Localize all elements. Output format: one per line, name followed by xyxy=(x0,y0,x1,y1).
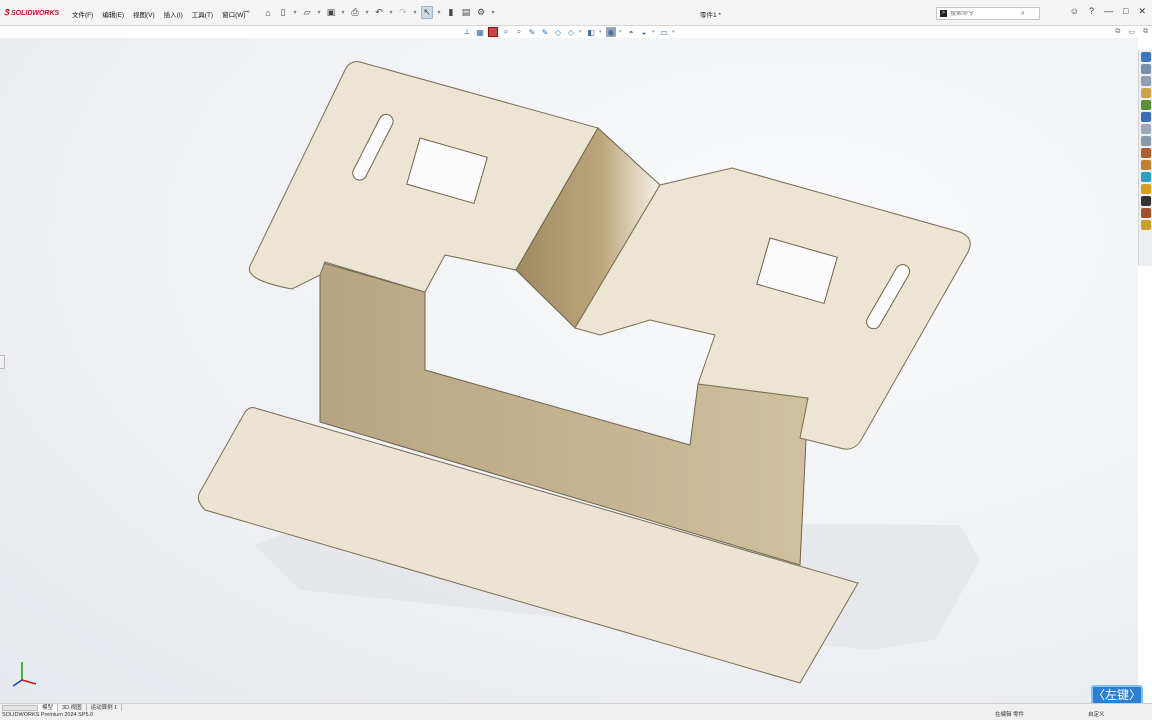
minimize-button[interactable]: — xyxy=(1104,6,1113,17)
terminal-icon: > xyxy=(940,10,947,17)
chevron-down-icon[interactable]: ▾ xyxy=(599,29,603,35)
chevron-down-icon[interactable]: ▾ xyxy=(619,29,623,35)
file-properties-icon[interactable]: ▤ xyxy=(460,6,472,19)
heads-up-view-toolbar: ⟂ ▦ ⌕ ⌕ ✎ ✎ ◇ ◇ ▾ ◧ ▾ ◉ ▾ ◓ ◒ ▾ ▭ ▾ xyxy=(462,27,676,37)
search-input[interactable] xyxy=(950,10,1018,17)
menu-file[interactable]: 文件(F) xyxy=(72,9,93,19)
menu-view[interactable]: 视图(V) xyxy=(133,9,155,19)
section-view-icon[interactable] xyxy=(488,27,498,37)
new-document-icon[interactable]: ▯ xyxy=(277,6,289,19)
options-gear-icon[interactable]: ⚙ xyxy=(475,6,487,19)
solution-icon[interactable] xyxy=(1140,172,1151,182)
feature-tree-toggle[interactable] xyxy=(0,355,5,369)
pin-icon[interactable]: ⊸ xyxy=(243,7,250,16)
view-palette-icon[interactable] xyxy=(1140,100,1151,110)
status-bar: SOLIDWORKS Premium 2024 SP5.0 在编辑 零件 自定义 xyxy=(0,711,1152,720)
appearance-icon[interactable]: ◒ xyxy=(639,27,649,37)
solidworks-logo[interactable]: Ꮥ SOLIDWORKS xyxy=(4,8,59,18)
custom-properties-icon[interactable] xyxy=(1140,124,1151,134)
display-style-icon[interactable]: ✎ xyxy=(540,27,550,37)
view-orientation-icon[interactable]: ⟂ xyxy=(462,27,472,37)
search-icon[interactable]: ⌕ xyxy=(1021,10,1025,18)
tab-scroll-arrows[interactable] xyxy=(2,704,38,711)
search-box[interactable]: > ⌕ xyxy=(936,7,1040,20)
toolbox-icon[interactable] xyxy=(1140,148,1151,158)
forum-icon[interactable] xyxy=(1140,136,1151,146)
edit-appearance-icon[interactable]: ◇ xyxy=(566,27,576,37)
task-pane xyxy=(1138,50,1152,266)
chevron-down-icon[interactable]: ▾ xyxy=(340,6,346,19)
learn-icon[interactable] xyxy=(1140,184,1151,194)
graphics-viewport[interactable] xyxy=(0,38,1138,703)
rebuild-icon[interactable]: ▮ xyxy=(445,6,457,19)
graduation-icon[interactable] xyxy=(1140,196,1151,206)
zoom-to-fit-icon[interactable]: ▦ xyxy=(475,27,485,37)
tools-icon[interactable] xyxy=(1140,208,1151,218)
chevron-down-icon[interactable]: ▾ xyxy=(436,6,442,19)
help-icon[interactable]: ? xyxy=(1089,6,1094,17)
hide-show-icon[interactable]: ◇ xyxy=(553,27,563,37)
chevron-down-icon[interactable]: ▾ xyxy=(316,6,322,19)
title-bar: Ꮥ SOLIDWORKS 文件(F) 编辑(E) 视图(V) 插入(I) 工具(T… xyxy=(0,0,1152,26)
product-version: SOLIDWORKS Premium 2024 SP5.0 xyxy=(2,712,94,718)
shaded-display-icon[interactable]: ◉ xyxy=(606,27,616,37)
select-icon[interactable]: ↖ xyxy=(421,6,433,19)
bottom-tab-bar: 模型 3D 视图 运动算例 1 xyxy=(0,703,1152,712)
chevron-down-icon[interactable]: ▾ xyxy=(652,29,656,35)
file-explorer-icon[interactable] xyxy=(1140,88,1151,98)
user-icon[interactable]: ☺ xyxy=(1070,6,1079,17)
close-button[interactable]: ✕ xyxy=(1138,6,1146,17)
library-icon[interactable] xyxy=(1140,160,1151,170)
previous-view-icon[interactable]: ⌕ xyxy=(514,27,524,37)
menu-bar: 文件(F) 编辑(E) 视图(V) 插入(I) 工具(T) 窗口(W) xyxy=(72,9,246,19)
redo-icon[interactable]: ↷ xyxy=(397,6,409,19)
home-icon[interactable] xyxy=(1140,64,1151,74)
sheet-metal-part xyxy=(197,61,980,684)
appearances-icon[interactable] xyxy=(1140,112,1151,122)
window-controls: ☺ ? — □ ✕ xyxy=(1070,6,1146,17)
chevron-down-icon[interactable]: ▾ xyxy=(292,6,298,19)
edit-mode-status: 在编辑 零件 xyxy=(995,712,1025,718)
zoom-area-icon[interactable]: ⌕ xyxy=(501,27,511,37)
viewport-window-controls: ⧉ ▭ ⧉ xyxy=(1115,28,1148,36)
chevron-down-icon[interactable]: ▾ xyxy=(388,6,394,19)
document-title: 零件1 * xyxy=(700,12,721,19)
reference-triad-icon xyxy=(12,662,37,687)
settings-gear-icon[interactable] xyxy=(1140,220,1151,230)
monitor-icon[interactable]: ▭ xyxy=(659,27,669,37)
chevron-down-icon[interactable]: ▾ xyxy=(364,6,370,19)
quick-access-toolbar: ⌂ ▯ ▾ ▱ ▾ ▣ ▾ ⎙ ▾ ↶ ▾ ↷ ▾ ↖ ▾ ▮ ▤ ⚙ ▾ xyxy=(262,6,496,19)
menu-tools[interactable]: 工具(T) xyxy=(192,9,213,19)
resources-icon[interactable] xyxy=(1140,52,1151,62)
open-folder-icon[interactable]: ▱ xyxy=(301,6,313,19)
design-library-icon[interactable] xyxy=(1140,76,1151,86)
print-icon[interactable]: ⎙ xyxy=(349,6,361,19)
mouse-key-hint: 〈左键〉 xyxy=(1091,685,1143,705)
chevron-down-icon[interactable]: ▾ xyxy=(490,6,496,19)
tile-icon[interactable]: ▭ xyxy=(1128,28,1135,36)
scene-icon[interactable]: ◓ xyxy=(626,27,636,37)
chevron-down-icon[interactable]: ▾ xyxy=(672,29,676,35)
menu-edit[interactable]: 编辑(E) xyxy=(102,9,124,19)
menu-insert[interactable]: 插入(I) xyxy=(164,9,183,19)
home-icon[interactable]: ⌂ xyxy=(262,6,274,19)
dynamic-annotation-icon[interactable]: ✎ xyxy=(527,27,537,37)
save-icon[interactable]: ▣ xyxy=(325,6,337,19)
undo-icon[interactable]: ↶ xyxy=(373,6,385,19)
restore-icon[interactable]: ⧉ xyxy=(1115,28,1120,36)
viewport-close-icon[interactable]: ⧉ xyxy=(1143,28,1148,36)
chevron-down-icon[interactable]: ▾ xyxy=(412,6,418,19)
maximize-button[interactable]: □ xyxy=(1123,6,1128,17)
chevron-down-icon[interactable]: ▾ xyxy=(579,29,583,35)
brand-label: SOLIDWORKS xyxy=(10,9,60,17)
custom-units[interactable]: 自定义 xyxy=(1088,711,1105,720)
view-cube-icon[interactable]: ◧ xyxy=(586,27,596,37)
